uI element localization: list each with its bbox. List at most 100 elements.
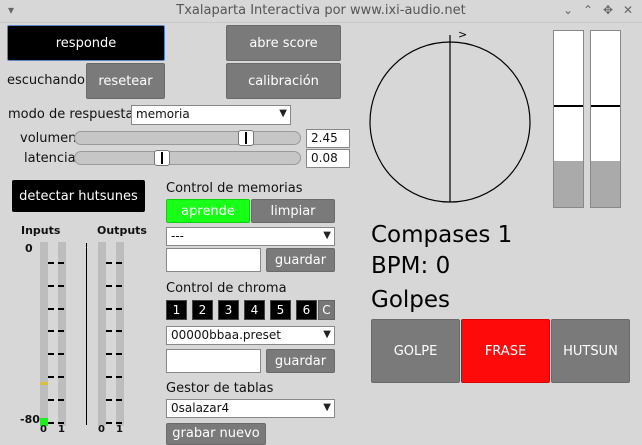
vertical-fader-1-handle[interactable] xyxy=(554,105,583,107)
meter-top-label: 0 xyxy=(25,242,33,255)
modo-value: memoria xyxy=(136,107,190,121)
meter-tick xyxy=(58,330,64,333)
memorias-label: Control de memorias xyxy=(166,181,303,196)
detectar-hutsunes-button[interactable]: detectar hutsunes xyxy=(12,180,145,212)
move-icon[interactable]: ✥ xyxy=(603,3,613,17)
meter-tick xyxy=(106,284,112,287)
chroma-c-button[interactable]: C xyxy=(318,300,335,320)
vertical-fader-1-fill xyxy=(554,161,583,207)
frase-button[interactable]: FRASE xyxy=(461,319,550,383)
responde-button[interactable]: responde xyxy=(7,25,165,61)
guardar-preset-button[interactable]: guardar xyxy=(266,349,335,373)
meter-tick xyxy=(58,398,64,401)
volumen-slider[interactable] xyxy=(74,130,301,146)
input-meter-1 xyxy=(40,242,48,426)
meter-tick xyxy=(58,353,64,356)
meter-tick xyxy=(116,376,122,378)
volumen-label: volumen xyxy=(20,131,77,146)
meter-tick xyxy=(58,376,64,378)
chroma-2-button[interactable]: 2 xyxy=(192,300,213,320)
latencia-slider-handle[interactable] xyxy=(154,150,170,166)
latencia-field[interactable]: 0.08 xyxy=(306,149,350,168)
latencia-slider[interactable] xyxy=(74,150,301,166)
input-meter-1-peak xyxy=(40,382,48,385)
tablas-select[interactable]: 0salazar4 ▼ xyxy=(166,399,335,418)
tablas-value: 0salazar4 xyxy=(171,401,230,415)
modo-label: modo de respuesta xyxy=(8,107,134,122)
output-meter-1 xyxy=(98,242,106,426)
preset-value: 00000bbaa.preset xyxy=(171,328,281,342)
input-ch-0-label: 0 xyxy=(40,424,47,435)
preset-name-input[interactable] xyxy=(166,349,261,373)
vertical-fader-2-handle[interactable] xyxy=(591,105,620,107)
meter-tick xyxy=(106,307,112,310)
meter-tick xyxy=(116,398,122,401)
memorias-value: --- xyxy=(171,229,184,243)
meter-tick xyxy=(48,353,54,356)
meter-tick xyxy=(116,353,122,356)
meter-tick xyxy=(48,307,54,310)
chevron-up-icon[interactable]: ⌃ xyxy=(583,3,593,17)
meter-bottom-label: -80 xyxy=(20,413,40,426)
meter-tick xyxy=(106,353,112,356)
meter-tick xyxy=(48,330,54,333)
volumen-field[interactable]: 2.45 xyxy=(306,129,350,148)
volumen-slider-handle[interactable] xyxy=(238,130,254,146)
preset-select[interactable]: 00000bbaa.preset ▼ xyxy=(166,326,335,345)
meter-tick xyxy=(116,262,122,264)
grabar-nuevo-button[interactable]: grabar nuevo xyxy=(166,423,266,445)
meter-tick xyxy=(116,284,122,287)
chroma-5-button[interactable]: 5 xyxy=(270,300,291,320)
window-title: Txalaparta Interactiva por www.ixi-audio… xyxy=(176,3,466,18)
compases-label: Compases xyxy=(371,222,491,248)
meter-tick xyxy=(116,330,122,333)
chevron-down-icon: ▼ xyxy=(323,230,331,241)
resetear-button[interactable]: resetear xyxy=(86,63,165,99)
calibracion-button[interactable]: calibración xyxy=(226,63,341,99)
vertical-fader-2[interactable] xyxy=(590,30,621,208)
aprende-button[interactable]: aprende xyxy=(166,199,250,223)
meter-tick xyxy=(48,262,54,264)
inputs-label: Inputs xyxy=(21,224,61,237)
abre-score-button[interactable]: abre score xyxy=(226,25,341,61)
chroma-label: Control de chroma xyxy=(166,281,287,296)
output-ch-1-label: 1 xyxy=(116,424,123,435)
title-bar: ▾ Txalaparta Interactiva por www.ixi-aud… xyxy=(0,0,642,23)
chroma-3-button[interactable]: 3 xyxy=(218,300,239,320)
meter-tick xyxy=(106,376,112,378)
meter-tick xyxy=(48,398,54,401)
meter-tick xyxy=(106,330,112,333)
meter-tick xyxy=(48,376,54,378)
chevron-down-icon: ▼ xyxy=(323,329,331,340)
compases-display: Compases 1 xyxy=(371,222,512,248)
memorias-select[interactable]: --- ▼ xyxy=(166,227,335,246)
meter-tick xyxy=(106,398,112,401)
bpm-value: 0 xyxy=(435,253,451,279)
bpm-label: BPM: xyxy=(371,253,429,279)
memoria-name-input[interactable] xyxy=(166,248,261,272)
tablas-label: Gestor de tablas xyxy=(166,381,274,396)
compases-value: 1 xyxy=(497,222,513,248)
meter-tick xyxy=(48,284,54,287)
chroma-6-button[interactable]: 6 xyxy=(296,300,317,320)
meter-tick xyxy=(116,307,122,310)
outputs-label: Outputs xyxy=(97,224,147,237)
hutsun-button[interactable]: HUTSUN xyxy=(551,319,630,383)
golpe-button[interactable]: GOLPE xyxy=(371,319,460,383)
vertical-fader-1[interactable] xyxy=(553,30,584,208)
chevron-down-icon[interactable]: ⌄ xyxy=(563,3,573,17)
listening-status: escuchando.. xyxy=(7,73,93,88)
meter-tick xyxy=(48,421,54,424)
modo-select[interactable]: memoria ▼ xyxy=(131,105,291,125)
chroma-1-button[interactable]: 1 xyxy=(166,300,187,320)
input-ch-1-label: 1 xyxy=(58,424,65,435)
meter-tick xyxy=(58,284,64,287)
meter-tick xyxy=(58,307,64,310)
limpiar-button[interactable]: limpiar xyxy=(251,199,335,223)
close-icon[interactable]: ✕ xyxy=(623,3,633,17)
chevron-down-icon: ▼ xyxy=(323,402,331,413)
beat-circle-marker: > xyxy=(458,28,467,41)
guardar-memoria-button[interactable]: guardar xyxy=(266,248,335,272)
chroma-4-button[interactable]: 4 xyxy=(244,300,265,320)
output-ch-0-label: 0 xyxy=(98,424,105,435)
